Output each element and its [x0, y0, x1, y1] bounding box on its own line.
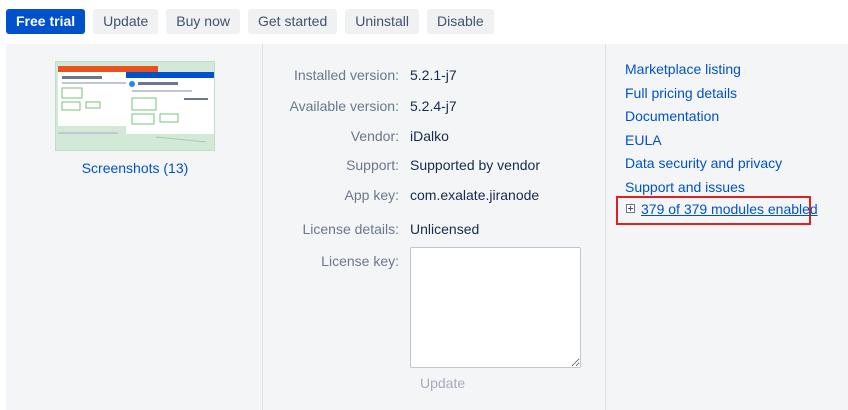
uninstall-button[interactable]: Uninstall: [345, 9, 419, 34]
eula-link[interactable]: EULA: [625, 131, 782, 155]
license-key-input[interactable]: [410, 247, 581, 368]
support-label: Support:: [346, 157, 399, 173]
screenshot-preview-image: [56, 62, 214, 150]
column-divider: [605, 44, 606, 410]
license-update-button[interactable]: Update: [410, 370, 476, 395]
screenshot-thumbnail[interactable]: [55, 61, 215, 151]
get-started-button[interactable]: Get started: [248, 9, 338, 34]
data-security-privacy-link[interactable]: Data security and privacy: [625, 154, 782, 178]
installed-version-value: 5.2.1-j7: [410, 67, 457, 83]
support-value: Supported by vendor: [410, 157, 540, 173]
license-key-label: License key:: [321, 253, 399, 269]
app-links-list: Marketplace listing Full pricing details…: [625, 60, 782, 201]
action-toolbar: Free trial Update Buy now Get started Un…: [6, 9, 494, 34]
marketplace-listing-link[interactable]: Marketplace listing: [625, 60, 782, 84]
disable-button[interactable]: Disable: [426, 9, 494, 34]
app-key-label: App key:: [344, 187, 399, 203]
expand-plus-icon[interactable]: [626, 204, 635, 213]
vendor-value: iDalko: [410, 128, 449, 144]
app-key-value: com.exalate.jiranode: [410, 187, 540, 203]
buy-now-button[interactable]: Buy now: [166, 9, 240, 34]
free-trial-button[interactable]: Free trial: [6, 9, 86, 34]
documentation-link[interactable]: Documentation: [625, 107, 782, 131]
installed-version-label: Installed version:: [293, 67, 399, 83]
available-version-label: Available version:: [289, 98, 399, 114]
license-details-label: License details:: [302, 221, 399, 237]
modules-enabled-link[interactable]: 379 of 379 modules enabled: [641, 201, 818, 217]
available-version-value: 5.2.4-j7: [410, 98, 457, 114]
modules-highlight-box: 379 of 379 modules enabled: [616, 196, 818, 225]
full-pricing-details-link[interactable]: Full pricing details: [625, 84, 782, 108]
screenshots-link[interactable]: Screenshots (13): [40, 160, 230, 176]
update-button[interactable]: Update: [93, 9, 159, 34]
vendor-label: Vendor:: [350, 128, 399, 144]
license-details-value: Unlicensed: [410, 221, 480, 237]
